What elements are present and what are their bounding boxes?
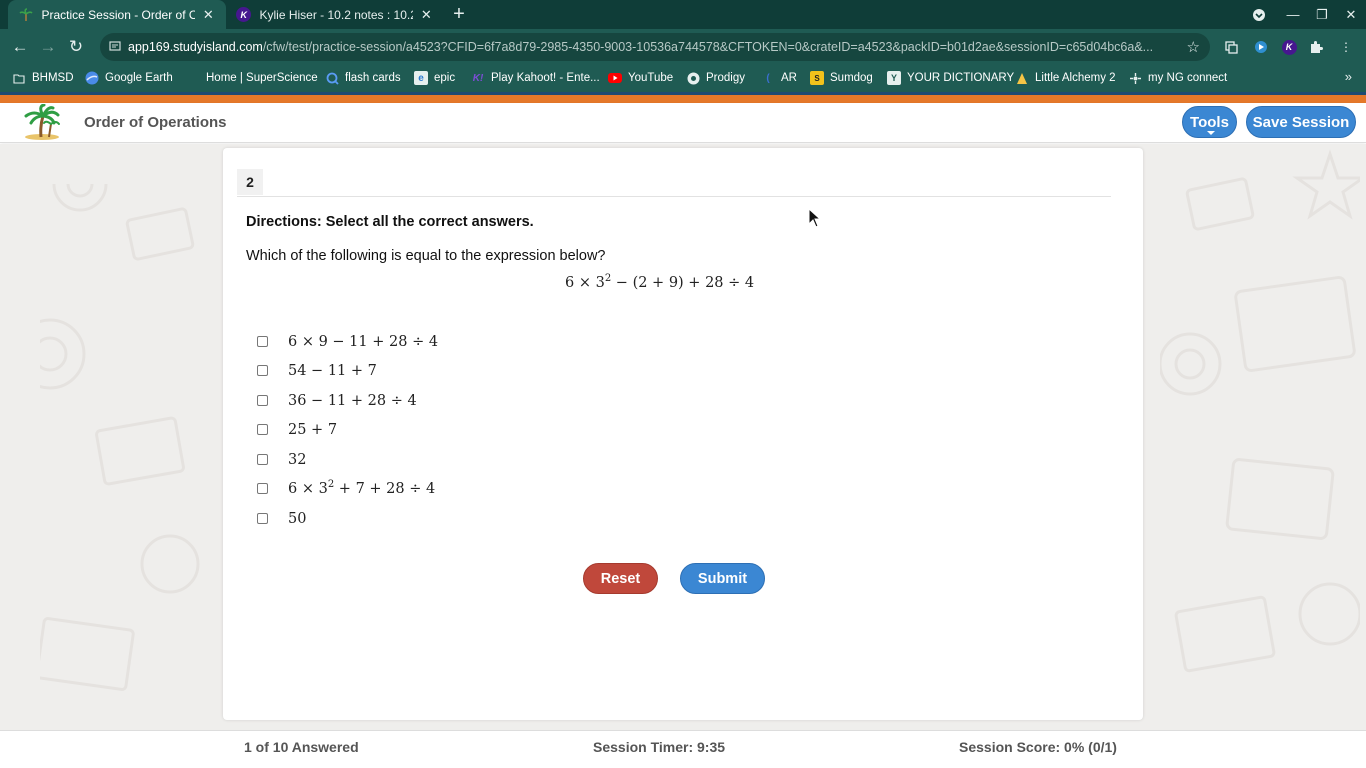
bookmark-prodigy[interactable]: Prodigy — [686, 69, 745, 87]
bookmark-google-earth[interactable]: Google Earth — [85, 69, 173, 87]
reload-icon[interactable]: ↻ — [64, 35, 88, 59]
bookmark-sumdog[interactable]: S Sumdog — [810, 69, 873, 87]
answer-choice[interactable]: 6 × 9 − 11 + 28 ÷ 4 — [257, 329, 438, 353]
directions-text: Directions: Select all the correct answe… — [246, 214, 534, 230]
more-bookmarks-icon[interactable]: » — [1345, 69, 1352, 84]
choice-checkbox[interactable] — [257, 482, 268, 494]
extension-kami-icon[interactable]: K — [1280, 38, 1298, 56]
bookmark-flash-cards[interactable]: flash cards — [325, 69, 401, 87]
google-earth-icon — [85, 71, 99, 85]
reset-button[interactable]: Reset — [583, 563, 658, 594]
session-footer: 1 of 10 Answered Session Timer: 9:35 Ses… — [0, 730, 1366, 768]
ngconnect-icon — [1128, 71, 1142, 85]
tools-button[interactable]: Tools — [1182, 106, 1237, 138]
site-header: Order of Operations Tools Save Session — [0, 103, 1366, 143]
palm-tree-favicon-icon — [18, 7, 34, 23]
choice-checkbox[interactable] — [257, 423, 268, 435]
bookmark-star-icon[interactable]: ☆ — [1187, 38, 1200, 56]
browser-menu-icon[interactable]: ⋮ — [1337, 38, 1355, 56]
choice-label: 6 × 9 − 11 + 28 ÷ 4 — [288, 334, 439, 350]
answered-count: 1 of 10 Answered — [244, 739, 359, 755]
restore-icon[interactable]: ❐ — [1307, 0, 1337, 29]
tab-search-icon[interactable] — [1244, 0, 1274, 29]
question-prompt: Which of the following is equal to the e… — [246, 248, 606, 264]
question-expression: 6 × 32 − (2 + 9) + 28 ÷ 4 — [565, 273, 755, 291]
answer-choice[interactable]: 6 × 32 + 7 + 28 ÷ 4 — [257, 476, 435, 500]
dictionary-icon: Y — [887, 71, 901, 85]
tools-button-label: Tools — [1190, 114, 1229, 131]
save-session-button[interactable]: Save Session — [1246, 106, 1356, 138]
header-accent-bar — [0, 92, 1366, 103]
choice-label: 6 × 32 + 7 + 28 ÷ 4 — [288, 479, 436, 497]
bookmark-superscience[interactable]: Home | SuperScience — [186, 69, 318, 87]
tab-practice-session[interactable]: Practice Session - Order of Opera ✕ — [8, 0, 226, 29]
bookmark-your-dictionary[interactable]: Y YOUR DICTIONARY — [887, 69, 1014, 87]
bookmark-ng-connect[interactable]: my NG connect — [1128, 69, 1227, 87]
address-bar[interactable]: app169.studyisland.com/cfw/test/practice… — [100, 33, 1210, 61]
back-icon[interactable]: ← — [8, 35, 32, 59]
blank-icon — [186, 71, 200, 85]
choice-checkbox[interactable] — [257, 364, 268, 376]
extensions-puzzle-icon[interactable] — [1307, 38, 1325, 56]
url-text: app169.studyisland.com/cfw/test/practice… — [128, 40, 1154, 54]
answer-choice[interactable]: 36 − 11 + 28 ÷ 4 — [257, 388, 417, 412]
background-pattern-left — [40, 184, 200, 691]
choice-checkbox[interactable] — [257, 335, 268, 347]
minimize-icon[interactable]: — — [1278, 0, 1308, 29]
background-pattern-right — [1160, 149, 1360, 673]
bookmark-kahoot[interactable]: K! Play Kahoot! - Ente... — [471, 69, 600, 87]
bookmark-epic[interactable]: e epic — [414, 69, 455, 87]
answer-choice[interactable]: 50 — [257, 506, 306, 530]
answer-choice[interactable]: 32 — [257, 447, 306, 471]
choice-label: 50 — [288, 511, 307, 527]
session-score: Session Score: 0% (0/1) — [959, 739, 1117, 755]
browser-toolbar: ← → ↻ app169.studyisland.com/cfw/test/pr… — [0, 29, 1366, 64]
choice-label: 54 − 11 + 7 — [288, 363, 377, 379]
bookmark-ar[interactable]: ( AR — [761, 69, 797, 87]
window-close-icon[interactable]: ✕ — [1336, 0, 1366, 29]
bookmark-bhmsd[interactable]: BHMSD — [12, 69, 74, 87]
extension-grab-icon[interactable] — [1222, 38, 1240, 56]
kahoot-favicon-icon: K — [236, 7, 252, 23]
prodigy-icon — [686, 71, 700, 85]
answer-choice[interactable]: 25 + 7 — [257, 417, 337, 441]
choice-checkbox[interactable] — [257, 394, 268, 406]
ar-icon: ( — [766, 72, 770, 84]
divider — [237, 196, 1111, 197]
kahoot-icon: K! — [472, 72, 484, 84]
folder-icon — [12, 71, 26, 85]
tab-title: Practice Session - Order of Opera — [41, 7, 195, 22]
page-title: Order of Operations — [84, 114, 227, 131]
browser-tab-strip: Practice Session - Order of Opera ✕ K Ky… — [0, 0, 1366, 29]
choice-label: 32 — [288, 452, 307, 468]
tab-kahoot-notes[interactable]: K Kylie Hiser - 10.2 notes : 10.2 wo ✕ — [226, 0, 444, 29]
epic-icon: e — [414, 71, 428, 85]
alchemy-icon — [1015, 71, 1029, 85]
choice-label: 25 + 7 — [288, 422, 338, 438]
choice-checkbox[interactable] — [257, 453, 268, 465]
close-icon[interactable]: ✕ — [419, 7, 435, 23]
bookmarks-bar: BHMSD Google Earth Home | SuperScience f… — [0, 64, 1366, 92]
forward-icon[interactable]: → — [36, 35, 60, 59]
question-number: 2 — [237, 169, 263, 195]
study-island-logo-icon[interactable] — [22, 103, 62, 140]
extension-edpuzzle-icon[interactable] — [1252, 38, 1270, 56]
bookmark-little-alchemy[interactable]: Little Alchemy 2 — [1015, 69, 1116, 87]
answer-choice[interactable]: 54 − 11 + 7 — [257, 358, 377, 382]
close-icon[interactable]: ✕ — [201, 7, 217, 23]
new-tab-icon[interactable]: + — [448, 3, 470, 25]
session-timer: Session Timer: 9:35 — [593, 739, 726, 755]
quizlet-icon — [325, 71, 339, 85]
mouse-cursor-icon — [808, 208, 822, 228]
site-info-icon[interactable] — [109, 40, 123, 54]
choice-checkbox[interactable] — [257, 512, 268, 524]
choice-label: 36 − 11 + 28 ÷ 4 — [288, 393, 417, 409]
youtube-icon — [608, 71, 622, 85]
sumdog-icon: S — [810, 71, 824, 85]
bookmark-youtube[interactable]: YouTube — [608, 69, 673, 87]
submit-button[interactable]: Submit — [680, 563, 765, 594]
question-card: 2 Directions: Select all the correct ans… — [223, 148, 1143, 720]
tab-title: Kylie Hiser - 10.2 notes : 10.2 wo — [259, 7, 413, 22]
caret-down-icon — [1207, 131, 1215, 135]
